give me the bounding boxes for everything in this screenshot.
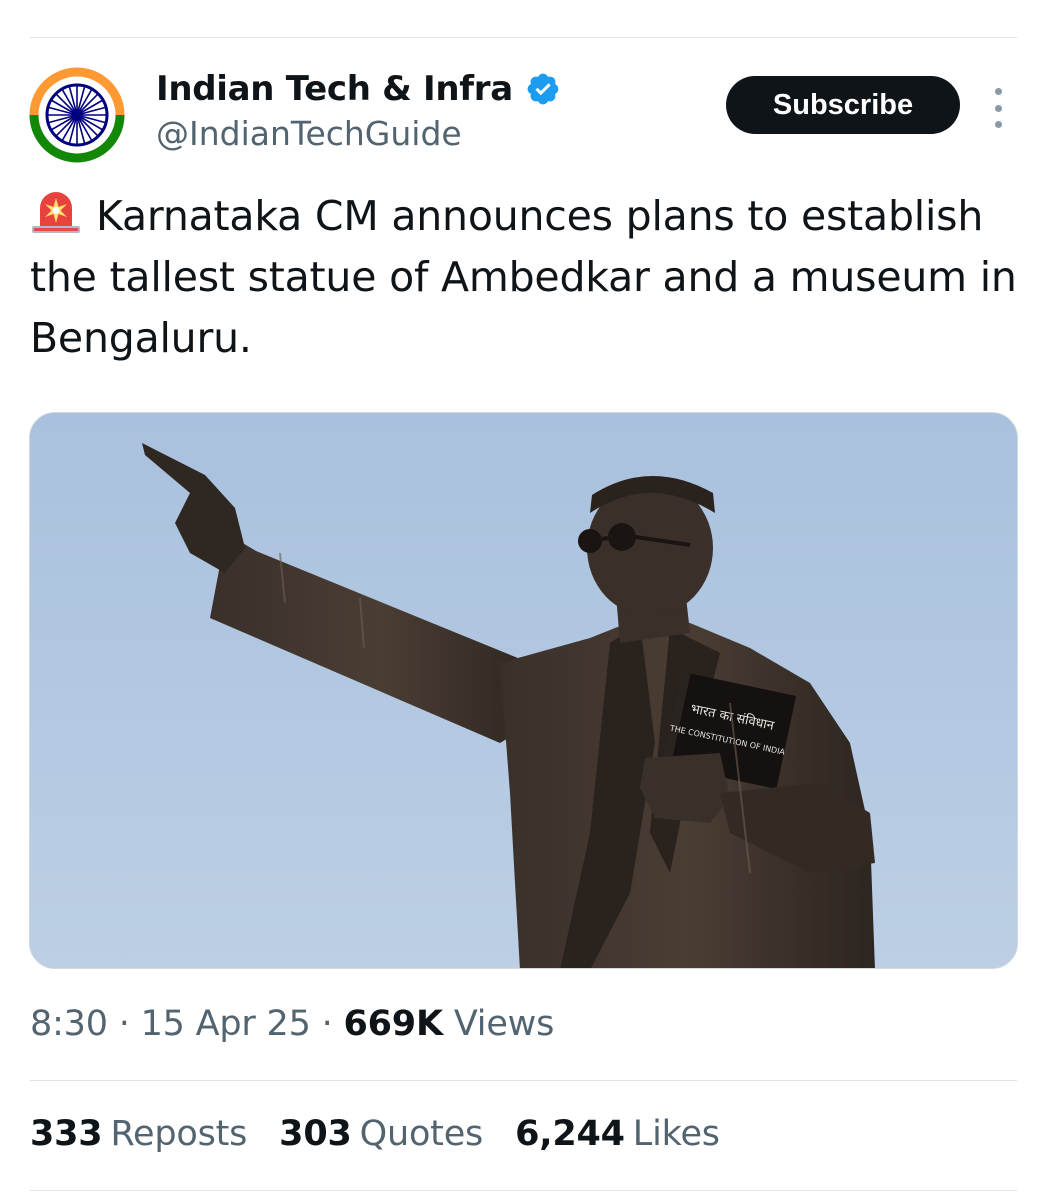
views-count: 669K [343, 1004, 444, 1044]
ashoka-chakra-icon [28, 66, 126, 164]
likes-stat[interactable]: 6,244 Likes [515, 1114, 720, 1154]
quotes-count: 303 [279, 1114, 352, 1154]
meta-separator: · [118, 1004, 130, 1044]
tweet-date[interactable]: 15 Apr 25 [141, 1004, 311, 1044]
subscribe-button[interactable]: Subscribe [726, 76, 960, 134]
more-vertical-icon-dot [994, 88, 1002, 95]
tweet-text: Karnataka CM announces plans to establis… [30, 186, 1030, 369]
quotes-stat[interactable]: 303 Quotes [279, 1114, 483, 1154]
top-divider [30, 37, 1017, 38]
avatar[interactable] [28, 66, 126, 164]
engagement-stats: 333 Reposts 303 Quotes 6,244 Likes [30, 1114, 752, 1154]
verified-badge-icon [527, 73, 559, 105]
meta-separator: · [321, 1004, 333, 1044]
tweet-body: Karnataka CM announces plans to establis… [30, 192, 1017, 362]
author-handle[interactable]: @IndianTechGuide [156, 114, 462, 153]
tweet-media-image[interactable]: भारत का संविधान THE CONSTITUTION OF INDI… [29, 412, 1018, 969]
more-vertical-icon-dot [994, 104, 1002, 112]
views-label: Views [453, 1004, 555, 1044]
reposts-label: Reposts [110, 1114, 248, 1154]
ambedkar-statue-photo: भारत का संविधान THE CONSTITUTION OF INDI… [30, 413, 1017, 968]
stats-top-divider [30, 1080, 1017, 1081]
more-vertical-icon-dot [994, 121, 1002, 128]
quotes-label: Quotes [359, 1114, 484, 1154]
likes-count: 6,244 [515, 1114, 625, 1154]
author-display-name[interactable]: Indian Tech & Infra [156, 69, 513, 109]
stats-bottom-divider [30, 1190, 1017, 1191]
tweet-time[interactable]: 8:30 [30, 1004, 108, 1044]
police-siren-icon [32, 192, 80, 233]
more-options-button[interactable] [986, 88, 1010, 128]
reposts-count: 333 [30, 1114, 103, 1154]
reposts-stat[interactable]: 333 Reposts [30, 1114, 247, 1154]
likes-label: Likes [632, 1114, 720, 1154]
author-name-row: Indian Tech & Infra [156, 66, 561, 112]
tweet-meta: 8:30 · 15 Apr 25 · 669K Views [30, 1004, 554, 1044]
